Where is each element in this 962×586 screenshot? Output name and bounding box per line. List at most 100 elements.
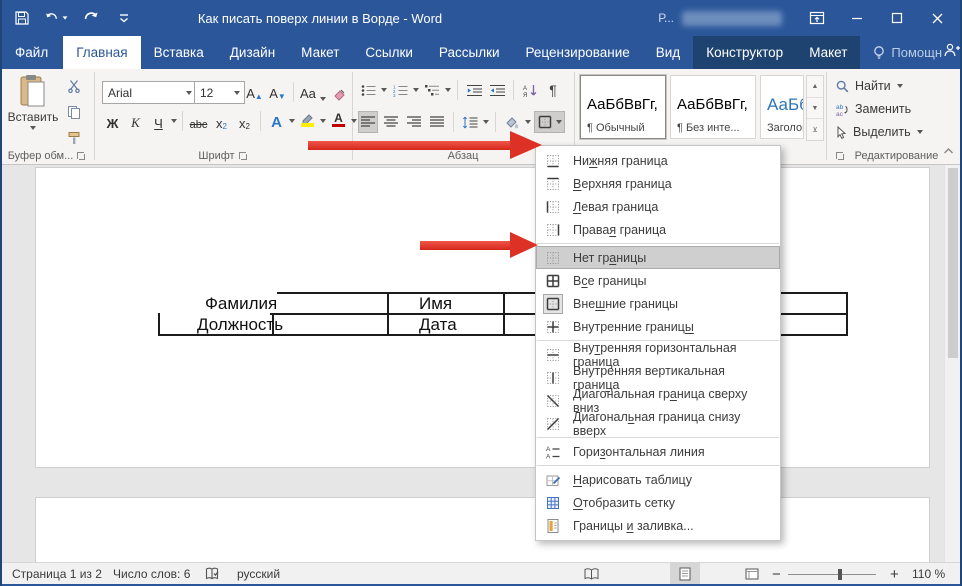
numbering-dropdown-icon[interactable] [413,88,419,92]
pilcrow-icon[interactable]: ¶ [543,79,563,101]
superscript-button[interactable]: x2 [234,109,255,134]
tab-view[interactable]: Вид [643,36,693,69]
align-left-button[interactable] [358,111,378,133]
page-indicator[interactable]: Страница 1 из 2 [12,563,102,585]
menu-item-bottom-border[interactable]: Нижняя граница [536,149,780,172]
menu-item-view-gridlines[interactable]: Отобразить сетку [536,491,780,514]
sort-icon[interactable]: АЯ [520,79,540,101]
strikethrough-button[interactable]: abc [188,109,209,134]
format-painter-icon[interactable] [62,128,86,148]
tab-layout[interactable]: Макет [288,36,352,69]
numbering-icon[interactable]: 123 [390,79,410,101]
multilevel-list-icon[interactable] [422,79,442,101]
account-name-short[interactable]: Р... [658,11,674,25]
zoom-slider[interactable] [788,563,876,585]
text-effects-dropdown-icon[interactable] [289,119,295,123]
replace-button[interactable]: abac Заменить [836,102,911,116]
table-cell-lastname[interactable]: Фамилия [205,294,277,314]
maximize-button[interactable] [880,4,914,32]
menu-item-top-border[interactable]: Верхняя граница [536,172,780,195]
shading-dropdown-icon[interactable] [525,120,531,124]
zoom-out-button[interactable]: − [772,563,781,585]
web-layout-button[interactable] [737,563,767,585]
scrollbar-thumb[interactable] [948,168,958,358]
underline-dropdown-icon[interactable] [171,119,177,123]
menu-item-draw-table[interactable]: Нарисовать таблицу [536,468,780,491]
table-cell-date[interactable]: Дата [419,315,457,335]
borders-button[interactable] [534,111,565,133]
menu-item-all-borders[interactable]: Все границы [536,269,780,292]
grow-font-button[interactable]: A▲ [244,79,265,104]
undo-dropdown-icon[interactable] [63,16,68,19]
style-card-no-spacing[interactable]: АаБбВвГг, ¶ Без инте... [670,75,756,139]
tab-file[interactable]: Файл [0,36,63,69]
shrink-font-button[interactable]: A▼ [267,79,288,104]
font-size-combo[interactable]: 12 [194,81,245,104]
menu-item-right-border[interactable]: Правая граница [536,218,780,241]
bullets-dropdown-icon[interactable] [381,88,387,92]
menu-item-no-border[interactable]: Нет границы [536,246,780,269]
account-name-redacted[interactable] [682,11,782,26]
line-spacing-icon[interactable] [460,111,480,133]
menu-item-inside-borders[interactable]: Внутренние границы [536,315,780,338]
paste-dropdown-icon[interactable] [30,126,36,130]
subscript-button[interactable]: x2 [211,109,232,134]
page-1[interactable] [35,167,930,468]
table-cell-position[interactable]: Должность [197,315,283,335]
highlight-dropdown-icon[interactable] [320,119,326,123]
font-dialog-launcher[interactable] [239,152,248,161]
line-spacing-dropdown-icon[interactable] [483,120,489,124]
change-case-button[interactable]: Aa [299,79,327,104]
zoom-in-button[interactable]: + [890,563,899,585]
bold-button[interactable]: Ж [102,109,123,134]
bullets-icon[interactable] [358,79,378,101]
save-icon[interactable] [10,5,34,31]
menu-item-horizontal-line[interactable]: AAГоризонтальная линия [536,440,780,463]
undo-icon[interactable] [44,5,68,31]
styles-gallery-more-icon[interactable]: ⊻ [807,119,823,140]
styles-scroll-down-icon[interactable]: ▼ [807,98,823,120]
tell-me-help[interactable]: Помощн [872,36,942,69]
tab-insert[interactable]: Вставка [141,36,217,69]
menu-item-diagonal-up-border[interactable]: Диагональная граница снизу вверх [536,412,780,435]
customize-qat-icon[interactable] [112,5,136,31]
redo-icon[interactable] [78,5,102,31]
tab-mailings[interactable]: Рассылки [426,36,513,69]
font-name-combo[interactable]: Arial [102,81,197,104]
paste-button[interactable]: Вставить [7,74,59,140]
cut-icon[interactable] [62,76,86,96]
align-right-button[interactable] [404,111,424,133]
document-area[interactable] [0,164,962,562]
tab-table-design[interactable]: Конструктор [693,36,796,69]
read-mode-button[interactable] [576,563,606,585]
zoom-slider-thumb[interactable] [838,569,842,580]
clear-formatting-icon[interactable] [329,79,350,104]
minimize-button[interactable] [840,4,874,32]
styles-scroll-up-icon[interactable]: ▲ [807,76,823,98]
menu-item-outside-borders[interactable]: Внешние границы [536,292,780,315]
decrease-indent-icon[interactable] [464,79,484,101]
zoom-level[interactable]: 110 % [912,563,945,585]
close-button[interactable] [920,4,954,32]
styles-dialog-launcher[interactable] [836,152,845,161]
align-center-button[interactable] [381,111,401,133]
copy-icon[interactable] [62,102,86,122]
multilevel-dropdown-icon[interactable] [445,88,451,92]
find-button[interactable]: Найти [836,79,903,93]
styles-gallery-scroll[interactable]: ▲ ▼ ⊻ [806,75,824,141]
tab-table-layout[interactable]: Макет [796,36,860,69]
collapse-ribbon-icon[interactable] [943,142,954,160]
justify-button[interactable] [427,111,447,133]
ribbon-display-options-icon[interactable] [800,4,834,32]
tab-home[interactable]: Главная [63,36,140,69]
underline-button[interactable]: Ч [148,109,169,134]
italic-button[interactable]: К [125,109,146,134]
text-effects-button[interactable]: А [266,109,287,134]
clipboard-dialog-launcher[interactable] [77,152,86,161]
menu-item-borders-and-shading[interactable]: Границы и заливка... [536,514,780,537]
shading-icon[interactable] [502,111,522,133]
vertical-scrollbar[interactable] [944,164,961,562]
help-label[interactable]: Помощн [891,45,942,60]
word-count[interactable]: Число слов: 6 [113,563,190,585]
tab-design[interactable]: Дизайн [217,36,288,69]
